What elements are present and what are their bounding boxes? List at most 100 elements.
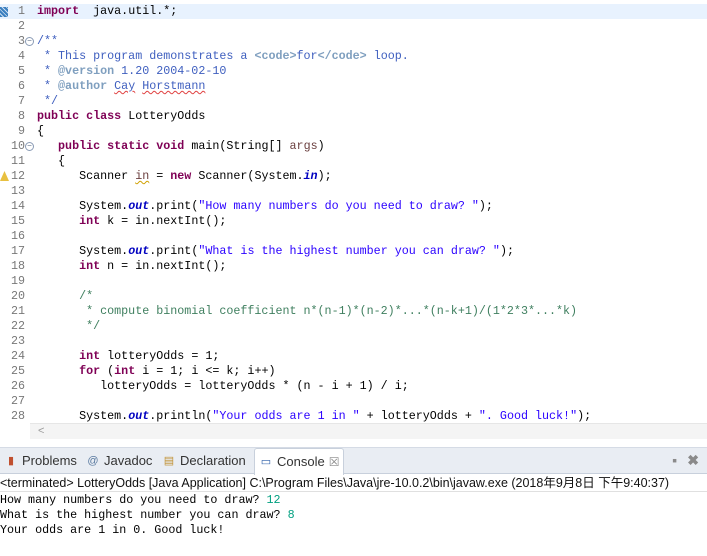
code-text: { <box>37 154 65 169</box>
tab-problems[interactable]: ▮ Problems <box>0 448 81 474</box>
remove-launch-icon[interactable]: ✖ <box>687 452 699 469</box>
code-line[interactable]: 28 System.out.println("Your odds are 1 i… <box>0 409 707 424</box>
code-token: .print( <box>149 244 199 258</box>
code-token: out <box>128 199 150 213</box>
code-token: lotteryOdds = lotteryOdds * (n - i + 1) … <box>37 379 409 393</box>
code-line[interactable]: 24 int lotteryOdds = 1; <box>0 349 707 364</box>
minimize-icon[interactable]: ▪ <box>672 452 677 469</box>
code-token: ); <box>577 409 592 423</box>
code-text: int k = in.nextInt(); <box>37 214 226 229</box>
code-token: * <box>37 79 59 93</box>
code-token: in <box>135 169 150 183</box>
code-text: */ <box>37 319 100 334</box>
code-line[interactable]: 13 <box>0 184 707 199</box>
horizontal-scrollbar[interactable]: < <box>30 423 707 439</box>
code-editor[interactable]: 1 import java.util.*; 2 3−/** 4 * This progr… <box>0 0 707 423</box>
code-token: = <box>149 169 171 183</box>
code-line[interactable]: 1 import java.util.*; <box>0 4 707 19</box>
code-token: @version <box>58 64 115 78</box>
code-token: lotteryOdds = 1; <box>100 349 220 363</box>
code-line[interactable]: 23 <box>0 334 707 349</box>
code-line[interactable]: 26 lotteryOdds = lotteryOdds * (n - i + … <box>0 379 707 394</box>
code-line[interactable]: 20 /* <box>0 289 707 304</box>
tab-console[interactable]: ▭ Console ☒ <box>254 448 345 475</box>
code-token: + lotteryOdds + <box>359 409 479 423</box>
line-number: 20 <box>10 289 25 303</box>
line-number: 25 <box>10 364 25 378</box>
code-token: ) <box>317 139 325 153</box>
console-status: <terminated> LotteryOdds [Java Applicati… <box>0 474 707 492</box>
code-line[interactable]: 14 System.out.print("How many numbers do… <box>0 199 707 214</box>
code-line[interactable]: 27 <box>0 394 707 409</box>
tab-declaration[interactable]: ▤ Declaration <box>158 448 250 474</box>
line-number: 10 <box>10 139 25 153</box>
code-text: int lotteryOdds = 1; <box>37 349 219 364</box>
code-line[interactable]: 22 */ <box>0 319 707 334</box>
code-token: int <box>79 259 101 273</box>
code-token: * compute binomial coefficient n*(n-1)*(… <box>37 304 578 318</box>
code-line[interactable]: 7 */ <box>0 94 707 109</box>
line-number: 22 <box>10 319 25 333</box>
code-token: Cay <box>114 79 136 93</box>
code-token: /** <box>37 34 59 48</box>
code-token: "Your odds are 1 in " <box>212 409 360 423</box>
line-number: 7 <box>17 94 25 108</box>
code-line[interactable]: 2 <box>0 19 707 34</box>
line-number: 16 <box>10 229 25 243</box>
code-token: @author <box>58 79 108 93</box>
line-number: 17 <box>10 244 25 258</box>
code-line[interactable]: 10− public static void main(String[] arg… <box>0 139 707 154</box>
code-token: for <box>79 364 101 378</box>
line-number: 5 <box>17 64 25 78</box>
code-token: Scanner <box>37 169 136 183</box>
output-text: How many numbers do you need to draw? <box>0 493 267 507</box>
code-line[interactable]: 18 int n = in.nextInt(); <box>0 259 707 274</box>
code-token: */ <box>37 319 101 333</box>
code-line[interactable]: 16 <box>0 229 707 244</box>
code-text: System.out.print("How many numbers do yo… <box>37 199 493 214</box>
line-number: 27 <box>10 394 25 408</box>
scroll-left-icon[interactable]: < <box>38 424 44 439</box>
code-token: System. <box>37 409 129 423</box>
line-number: 2 <box>17 19 25 33</box>
code-line[interactable]: 11 { <box>0 154 707 169</box>
code-token: public <box>58 139 101 153</box>
code-line[interactable]: 6 * @author Cay Horstmann <box>0 79 707 94</box>
code-token: import <box>37 4 80 18</box>
code-line[interactable]: 19 <box>0 274 707 289</box>
code-token: for <box>296 49 318 63</box>
code-token: i = 1; i <= k; i++) <box>135 364 276 378</box>
code-token: class <box>86 109 122 123</box>
line-number: 21 <box>10 304 25 318</box>
code-line[interactable]: 8 public class LotteryOdds <box>0 109 707 124</box>
console-line: How many numbers do you need to draw? 12 <box>0 493 281 508</box>
tab-javadoc[interactable]: @ Javadoc <box>82 448 156 474</box>
code-line[interactable]: 4 * This program demonstrates a <code>fo… <box>0 49 707 64</box>
code-token: loop. <box>366 49 409 63</box>
code-token: out <box>128 244 150 258</box>
code-line[interactable]: 17 System.out.print("What is the highest… <box>0 244 707 259</box>
code-line[interactable]: 9{ <box>0 124 707 139</box>
problems-icon: ▮ <box>7 455 15 467</box>
code-line[interactable]: 5 * @version 1.20 2004-02-10 <box>0 64 707 79</box>
close-icon[interactable]: ☒ <box>329 449 340 475</box>
at-icon: @ <box>87 455 99 467</box>
fold-toggle-icon[interactable]: − <box>25 142 34 151</box>
code-token: { <box>37 124 45 138</box>
code-line[interactable]: 3−/** <box>0 34 707 49</box>
code-line[interactable]: 12 Scanner in = new Scanner(System.in); <box>0 169 707 184</box>
code-line[interactable]: 21 * compute binomial coefficient n*(n-1… <box>0 304 707 319</box>
line-number: 9 <box>17 124 25 138</box>
code-line[interactable]: 25 for (int i = 1; i <= k; i++) <box>0 364 707 379</box>
fold-toggle-icon[interactable]: − <box>25 37 34 46</box>
code-text: * compute binomial coefficient n*(n-1)*(… <box>37 304 577 319</box>
code-token: 1.20 2004-02-10 <box>114 64 227 78</box>
code-line[interactable]: 15 int k = in.nextInt(); <box>0 214 707 229</box>
console-icon: ▭ <box>260 456 272 468</box>
code-token: { <box>37 154 66 168</box>
